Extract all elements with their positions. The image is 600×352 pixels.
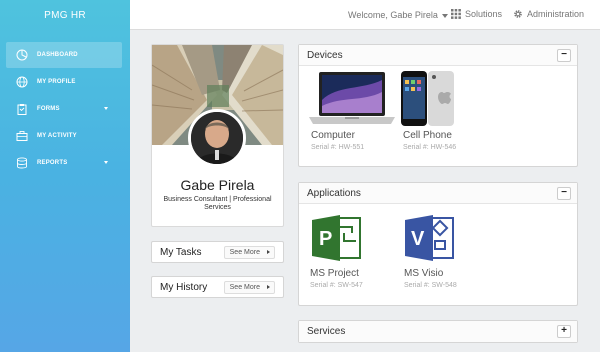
sidebar-item-forms[interactable]: FORMS bbox=[6, 96, 122, 122]
clipboard-icon bbox=[16, 103, 28, 115]
ms-visio-icon: V bbox=[405, 215, 454, 261]
sidebar-item-label: DASHBOARD bbox=[37, 52, 78, 58]
tasks-see-more-button[interactable]: See More bbox=[223, 246, 275, 259]
applications-title: Applications bbox=[307, 188, 361, 199]
history-see-more-button[interactable]: See More bbox=[223, 281, 275, 294]
phone-icon bbox=[401, 71, 454, 126]
laptop-icon bbox=[309, 72, 395, 124]
brand-logo: PMG HR bbox=[44, 10, 86, 21]
app-serial: Serial #: SW-548 bbox=[404, 282, 457, 289]
sidebar-item-my-profile[interactable]: MY PROFILE bbox=[6, 69, 122, 95]
device-serial: Serial #: HW-551 bbox=[311, 144, 365, 151]
collapse-button[interactable]: − bbox=[557, 49, 571, 62]
database-icon bbox=[16, 157, 28, 169]
expand-button[interactable]: + bbox=[557, 325, 571, 338]
sidebar-item-label: MY ACTIVITY bbox=[37, 133, 77, 139]
panel-header: Services + bbox=[299, 321, 577, 342]
svg-text:V: V bbox=[411, 228, 425, 250]
my-history-title: My History bbox=[160, 282, 208, 293]
sidebar: PMG HR DASHBOARD MY PROFILE FORMS MY ACT… bbox=[0, 0, 130, 352]
solutions-link[interactable]: Solutions bbox=[451, 9, 502, 19]
my-tasks-card: My Tasks See More bbox=[151, 241, 284, 263]
chevron-down-icon bbox=[441, 13, 448, 18]
briefcase-icon bbox=[16, 130, 28, 142]
sidebar-item-label: REPORTS bbox=[37, 160, 68, 166]
svg-text:P: P bbox=[319, 228, 332, 250]
panel-header: Applications − bbox=[299, 183, 577, 204]
chevron-down-icon bbox=[104, 161, 108, 164]
chevron-down-icon bbox=[104, 107, 108, 110]
device-label: Cell Phone bbox=[403, 130, 452, 141]
app-label: MS Project bbox=[310, 268, 359, 279]
device-serial: Serial #: HW-546 bbox=[403, 144, 457, 151]
gear-icon bbox=[514, 10, 522, 18]
profile-title: Business Consultant | Professional Servi… bbox=[163, 196, 272, 211]
sidebar-item-label: FORMS bbox=[37, 106, 60, 112]
devices-panel: Devices − Computer Serial #: HW-551 Cell… bbox=[298, 44, 578, 167]
services-title: Services bbox=[307, 326, 346, 337]
sidebar-item-reports[interactable]: REPORTS bbox=[6, 150, 122, 176]
services-panel: Services + bbox=[298, 320, 578, 343]
dashboard-icon bbox=[16, 49, 28, 61]
grid-icon bbox=[451, 9, 461, 19]
globe-icon bbox=[16, 76, 28, 88]
devices-title: Devices bbox=[307, 50, 343, 61]
administration-link[interactable]: Administration bbox=[513, 9, 584, 19]
sidebar-nav: DASHBOARD MY PROFILE FORMS MY ACTIVITY R… bbox=[6, 42, 122, 177]
solutions-label: Solutions bbox=[465, 9, 503, 19]
app-serial: Serial #: SW-547 bbox=[310, 282, 363, 289]
my-history-card: My History See More bbox=[151, 276, 284, 298]
my-tasks-title: My Tasks bbox=[160, 247, 202, 258]
administration-label: Administration bbox=[527, 9, 585, 19]
welcome-text: Welcome, Gabe Pirela bbox=[348, 10, 438, 20]
sidebar-item-label: MY PROFILE bbox=[37, 79, 76, 85]
ms-project-icon: P bbox=[312, 215, 361, 261]
profile-card: Gabe Pirela Business Consultant | Profes… bbox=[151, 44, 284, 227]
app-label: MS Visio bbox=[404, 268, 444, 279]
applications-panel: Applications − P MS Project Serial #: SW… bbox=[298, 182, 578, 306]
top-bar: Welcome, Gabe Pirela Solutions Administr… bbox=[130, 0, 600, 30]
panel-header: Devices − bbox=[299, 45, 577, 66]
user-menu[interactable]: Welcome, Gabe Pirela bbox=[348, 10, 448, 20]
sidebar-item-dashboard[interactable]: DASHBOARD bbox=[6, 42, 122, 68]
sidebar-item-my-activity[interactable]: MY ACTIVITY bbox=[6, 123, 122, 149]
profile-name: Gabe Pirela bbox=[180, 177, 255, 193]
avatar bbox=[188, 109, 246, 167]
collapse-button[interactable]: − bbox=[557, 187, 571, 200]
device-label: Computer bbox=[311, 130, 355, 141]
